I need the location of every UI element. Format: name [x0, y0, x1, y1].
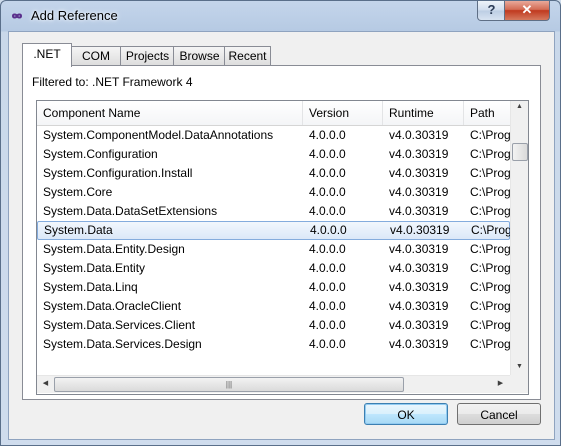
scroll-right-arrow-icon[interactable]: ▶ [492, 379, 509, 387]
add-reference-dialog: Add Reference ? ✕ .NET COM Projects Brow… [0, 0, 561, 446]
component-name-cell: System.Data.Services.Client [43, 318, 196, 332]
runtime-cell: v4.0.30319 [389, 318, 449, 332]
path-cell: C:\Prog [470, 128, 510, 142]
component-name-cell: System.ComponentModel.DataAnnotations [43, 128, 274, 142]
path-cell: C:\Prog [470, 242, 510, 256]
version-cell: 4.0.0.0 [309, 204, 346, 218]
table-row[interactable]: System.Data.Entity.Design 4.0.0.0 v4.0.3… [37, 240, 510, 259]
version-cell: 4.0.0.0 [309, 185, 346, 199]
table-row[interactable]: System.Data.Entity 4.0.0.0 v4.0.30319 C:… [37, 259, 510, 278]
component-name-cell: System.Data [44, 223, 113, 237]
path-cell: C:\Prog [470, 147, 510, 161]
tab-recent[interactable]: Recent [224, 46, 271, 66]
scroll-up-arrow-icon[interactable]: ▲ [511, 103, 528, 110]
component-name-cell: System.Data.Services.Design [43, 337, 202, 351]
table-row[interactable]: System.Data.Services.Design 4.0.0.0 v4.0… [37, 335, 510, 354]
table-row[interactable]: System.Configuration.Install 4.0.0.0 v4.… [37, 164, 510, 183]
version-cell: 4.0.0.0 [309, 242, 346, 256]
horizontal-scroll-thumb[interactable]: ||| [54, 377, 404, 392]
table-row[interactable]: System.Data.OracleClient 4.0.0.0 v4.0.30… [37, 297, 510, 316]
scroll-down-arrow-icon[interactable]: ▼ [511, 363, 528, 370]
runtime-cell: v4.0.30319 [390, 223, 450, 237]
horizontal-scrollbar[interactable]: ◀ ||| ▶ [37, 375, 510, 393]
path-cell: C:\Prog [471, 223, 511, 237]
table-row[interactable]: System.Core 4.0.0.0 v4.0.30319 C:\Prog [37, 183, 510, 202]
infinity-icon [11, 13, 23, 19]
runtime-cell: v4.0.30319 [389, 147, 449, 161]
component-name-cell: System.Data.OracleClient [43, 299, 182, 313]
table-row[interactable]: System.Data.Services.Client 4.0.0.0 v4.0… [37, 316, 510, 335]
tab-projects[interactable]: Projects [120, 46, 175, 66]
runtime-cell: v4.0.30319 [389, 280, 449, 294]
path-cell: C:\Prog [470, 261, 510, 275]
close-button[interactable]: ✕ [504, 1, 550, 21]
component-name-cell: System.Data.Linq [43, 280, 138, 294]
path-cell: C:\Prog [470, 280, 510, 294]
title-bar[interactable]: Add Reference ? ✕ [1, 1, 560, 31]
runtime-cell: v4.0.30319 [389, 299, 449, 313]
table-row[interactable]: System.Data.Linq 4.0.0.0 v4.0.30319 C:\P… [37, 278, 510, 297]
column-header-version[interactable]: Version [303, 101, 383, 125]
runtime-cell: v4.0.30319 [389, 261, 449, 275]
runtime-cell: v4.0.30319 [389, 166, 449, 180]
component-name-cell: System.Configuration [43, 147, 158, 161]
path-cell: C:\Prog [470, 166, 510, 180]
runtime-cell: v4.0.30319 [389, 185, 449, 199]
version-cell: 4.0.0.0 [309, 280, 346, 294]
table-row[interactable]: System.Configuration 4.0.0.0 v4.0.30319 … [37, 145, 510, 164]
tab-browse[interactable]: Browse [173, 46, 226, 66]
scroll-left-arrow-icon[interactable]: ◀ [37, 379, 54, 387]
vertical-scroll-thumb[interactable] [512, 143, 528, 161]
component-name-cell: System.Data.Entity [43, 261, 146, 275]
version-cell: 4.0.0.0 [309, 337, 346, 351]
version-cell: 4.0.0.0 [309, 261, 346, 275]
help-button[interactable]: ? [477, 1, 506, 21]
column-header-runtime[interactable]: Runtime [383, 101, 464, 125]
version-cell: 4.0.0.0 [309, 166, 346, 180]
list-header: Component Name Version Runtime Path [37, 101, 510, 126]
tab-com[interactable]: COM [70, 46, 122, 66]
version-cell: 4.0.0.0 [310, 223, 347, 237]
version-cell: 4.0.0.0 [309, 128, 346, 142]
table-row-selected[interactable]: System.Data 4.0.0.0 v4.0.30319 C:\Prog [37, 221, 511, 240]
component-name-cell: System.Configuration.Install [43, 166, 193, 180]
path-cell: C:\Prog [470, 185, 510, 199]
runtime-cell: v4.0.30319 [389, 128, 449, 142]
component-name-cell: System.Data.DataSetExtensions [43, 204, 218, 218]
dialog-client-area: .NET COM Projects Browse Recent Filtered… [8, 31, 555, 440]
ok-button[interactable]: OK [364, 403, 448, 425]
table-row[interactable]: System.ComponentModel.DataAnnotations 4.… [37, 126, 510, 145]
scroll-corner [510, 375, 528, 393]
vertical-scrollbar[interactable]: ▲ ▼ [510, 101, 528, 375]
path-cell: C:\Prog [470, 318, 510, 332]
component-name-cell: System.Core [43, 185, 113, 199]
path-cell: C:\Prog [470, 337, 510, 351]
runtime-cell: v4.0.30319 [389, 337, 449, 351]
tab-dotnet[interactable]: .NET [22, 43, 72, 67]
column-header-path[interactable]: Path [464, 101, 510, 125]
component-list[interactable]: Component Name Version Runtime Path Syst… [36, 100, 529, 395]
dotnet-tab-panel: Filtered to: .NET Framework 4 Component … [22, 65, 541, 400]
column-header-component-name[interactable]: Component Name [37, 101, 303, 125]
version-cell: 4.0.0.0 [309, 318, 346, 332]
version-cell: 4.0.0.0 [309, 299, 346, 313]
path-cell: C:\Prog [470, 204, 510, 218]
cancel-button[interactable]: Cancel [457, 403, 541, 425]
version-cell: 4.0.0.0 [309, 147, 346, 161]
filter-label: Filtered to: .NET Framework 4 [32, 75, 193, 89]
table-row[interactable]: System.Data.DataSetExtensions 4.0.0.0 v4… [37, 202, 510, 221]
runtime-cell: v4.0.30319 [389, 204, 449, 218]
component-name-cell: System.Data.Entity.Design [43, 242, 185, 256]
runtime-cell: v4.0.30319 [389, 242, 449, 256]
window-title: Add Reference [31, 8, 118, 23]
path-cell: C:\Prog [470, 299, 510, 313]
